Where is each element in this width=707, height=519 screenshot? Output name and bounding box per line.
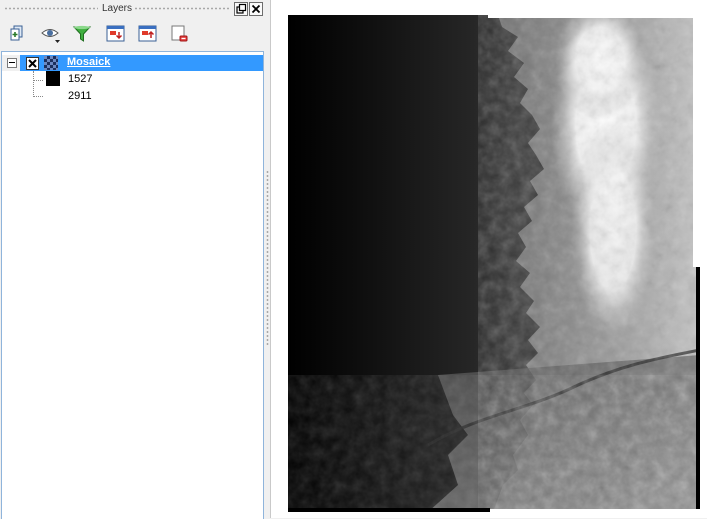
legend-color-swatch (46, 71, 60, 86)
tree-connector (33, 80, 43, 82)
raster-dem-image (288, 15, 700, 512)
tree-connector (33, 96, 43, 98)
panel-title: Layers (102, 3, 133, 14)
layers-toolbar (0, 20, 265, 48)
layer-group-row[interactable]: Mosaick (2, 55, 263, 71)
raster-layer-icon (44, 56, 58, 70)
drag-grip[interactable] (134, 7, 230, 10)
float-window-icon[interactable] (234, 2, 248, 16)
drag-grip[interactable] (4, 7, 98, 10)
legend-color-swatch (46, 88, 60, 103)
expand-all-icon[interactable] (105, 23, 127, 45)
splitter-grip[interactable] (266, 170, 269, 345)
collapse-toggle-icon[interactable] (7, 58, 17, 68)
layer-tree[interactable]: Mosaick 1527 2911 (1, 51, 264, 519)
map-canvas[interactable] (270, 0, 707, 518)
layers-panel: Layers Mosaick 1527 2911 (0, 0, 265, 519)
filter-icon[interactable] (71, 23, 93, 45)
legend-label-max: 2911 (68, 90, 92, 102)
legend-label-min: 1527 (68, 73, 93, 85)
close-icon[interactable] (249, 2, 263, 16)
layer-visibility-checkbox[interactable] (26, 57, 39, 70)
tree-connector (33, 71, 35, 97)
legend-item: 2911 (44, 88, 244, 104)
add-group-icon[interactable] (6, 23, 28, 45)
remove-layer-icon[interactable] (169, 23, 191, 45)
layer-group-name: Mosaick (67, 56, 111, 68)
visibility-icon[interactable] (40, 23, 62, 45)
panel-title-bar[interactable]: Layers (0, 0, 265, 18)
collapse-all-icon[interactable] (137, 23, 159, 45)
legend-item: 1527 (44, 71, 244, 87)
